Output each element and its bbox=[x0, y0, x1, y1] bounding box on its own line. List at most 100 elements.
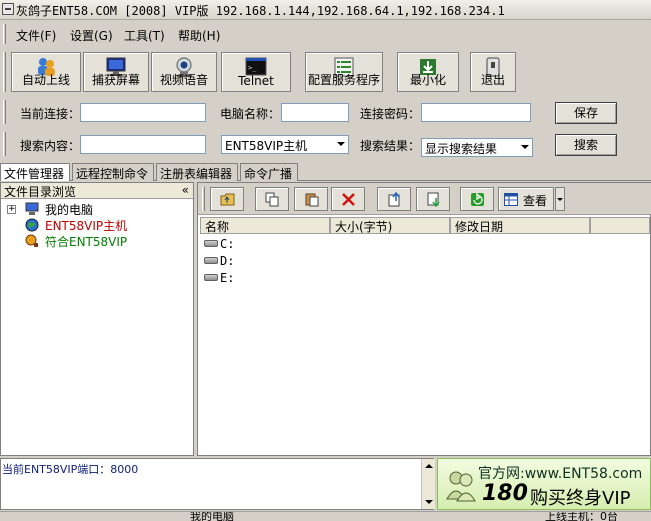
minimize-button[interactable]: 最小化 bbox=[397, 52, 459, 92]
view-button-label: 查看 bbox=[523, 194, 548, 208]
search-content-input[interactable] bbox=[80, 135, 206, 154]
tree-item-my-computer[interactable]: + 我的电脑 bbox=[7, 201, 187, 217]
upload-icon bbox=[388, 192, 400, 207]
config-service-button[interactable]: 配置服务程序 bbox=[305, 52, 383, 92]
minimize-label: 最小化 bbox=[409, 73, 446, 87]
tree-item-vip-host[interactable]: ENT58VIP主机 bbox=[7, 217, 187, 233]
menu-help[interactable]: 帮助(H) bbox=[178, 27, 220, 44]
config-service-label: 配置服务程序 bbox=[307, 73, 380, 87]
view-button[interactable]: 查看 bbox=[498, 187, 554, 211]
column-filler bbox=[590, 217, 650, 234]
tree-item-match-vip[interactable]: 符合ENT58VIP bbox=[7, 233, 187, 249]
menu-tools[interactable]: 工具(T) bbox=[124, 27, 165, 44]
delete-icon bbox=[342, 193, 355, 206]
download-button[interactable] bbox=[416, 187, 450, 211]
folder-up-icon bbox=[220, 193, 235, 206]
banner-website: 官方网:www.ENT58.com bbox=[478, 466, 643, 482]
video-voice-label: 视频语音 bbox=[159, 73, 208, 87]
exit-button[interactable]: 退出 bbox=[470, 52, 516, 92]
menu-settings[interactable]: 设置(G) bbox=[70, 27, 113, 44]
capture-screen-label: 捕获屏幕 bbox=[91, 73, 140, 87]
save-button[interactable]: 保存 bbox=[555, 102, 617, 124]
drive-label: C: bbox=[220, 237, 235, 251]
vip-banner[interactable]: 官方网:www.ENT58.com 180 购买终身VIP bbox=[437, 458, 651, 510]
tab-file-manager[interactable]: 文件管理器 bbox=[0, 163, 70, 181]
chevron-down-icon bbox=[337, 142, 345, 146]
search-globe-icon bbox=[25, 234, 38, 247]
search-content-label: 搜索内容： bbox=[20, 139, 81, 153]
view-grid-icon bbox=[504, 193, 518, 206]
tree-item-label: 我的电脑 bbox=[45, 203, 94, 217]
scroll-up-icon[interactable] bbox=[425, 464, 433, 468]
host-select-value: ENT58VIP主机 bbox=[225, 139, 308, 153]
toolbar-grip[interactable] bbox=[3, 52, 6, 92]
status-online-count: 上线主机：0台 bbox=[545, 511, 618, 521]
view-dropdown-button[interactable] bbox=[555, 187, 565, 211]
computer-icon bbox=[25, 202, 39, 215]
form-grip-1[interactable] bbox=[3, 100, 6, 124]
auto-online-label: 自动上线 bbox=[21, 73, 70, 87]
tab-remote-control[interactable]: 远程控制命令 bbox=[72, 163, 154, 181]
column-size[interactable]: 大小(字节) bbox=[330, 217, 450, 234]
auto-online-button[interactable]: 自动上线 bbox=[11, 52, 81, 92]
status-bar: 我的电脑 上线主机：0台 bbox=[0, 511, 651, 521]
collapse-icon[interactable]: « bbox=[182, 183, 189, 197]
video-voice-button[interactable]: 视频语音 bbox=[151, 52, 217, 92]
conn-password-label: 连接密码： bbox=[360, 107, 421, 121]
download-icon bbox=[427, 192, 440, 207]
tree-item-label: 符合ENT58VIP bbox=[45, 235, 128, 249]
host-select[interactable]: ENT58VIP主机 bbox=[221, 135, 349, 154]
column-name[interactable]: 名称 bbox=[200, 217, 330, 234]
user-group-icon bbox=[446, 471, 476, 502]
computer-name-input[interactable] bbox=[281, 103, 349, 122]
search-result-select[interactable]: 显示搜索结果 bbox=[421, 138, 533, 157]
list-item[interactable]: C: bbox=[204, 237, 234, 253]
status-selected-node: 我的电脑 bbox=[190, 511, 234, 521]
menu-file[interactable]: 文件(F) bbox=[16, 27, 56, 44]
expand-icon[interactable]: + bbox=[7, 205, 16, 214]
directory-tree-panel: 文件目录浏览 « + 我的电脑 ENT58VIP主机 符合ENT58VIP bbox=[0, 182, 194, 456]
delete-button[interactable] bbox=[331, 187, 365, 211]
tree-item-label: ENT58VIP主机 bbox=[45, 219, 128, 233]
search-button[interactable]: 搜索 bbox=[555, 134, 617, 156]
system-menu-icon[interactable] bbox=[2, 3, 14, 15]
column-modified[interactable]: 修改日期 bbox=[450, 217, 590, 234]
tab-command-broadcast[interactable]: 命令广播 bbox=[240, 163, 298, 181]
up-folder-button[interactable] bbox=[210, 187, 244, 211]
paste-icon bbox=[305, 193, 319, 207]
drive-label: D: bbox=[220, 254, 235, 268]
copy-button[interactable] bbox=[255, 187, 289, 211]
file-list-panel: 查看 名称 大小(字节) 修改日期 C: D: E: bbox=[197, 182, 651, 456]
exit-label: 退出 bbox=[480, 73, 505, 87]
main-toolbar: 自动上线 捕获屏幕 视频语音 >_ Telnet 配置服务程序 最小化 退出 bbox=[0, 48, 651, 96]
capture-screen-button[interactable]: 捕获屏幕 bbox=[83, 52, 149, 92]
upload-button[interactable] bbox=[377, 187, 411, 211]
connection-form: 当前连接： 电脑名称： 连接密码： 保存 搜索内容： ENT58VIP主机 搜索… bbox=[0, 98, 651, 160]
form-grip-2[interactable] bbox=[3, 132, 6, 156]
telnet-button[interactable]: >_ Telnet bbox=[221, 52, 291, 92]
drive-label: E: bbox=[220, 271, 235, 285]
scroll-down-icon[interactable] bbox=[425, 500, 433, 504]
current-conn-label: 当前连接： bbox=[20, 107, 81, 121]
tab-registry-editor[interactable]: 注册表编辑器 bbox=[156, 163, 238, 181]
globe-icon bbox=[25, 218, 39, 232]
log-scrollbar[interactable] bbox=[421, 459, 435, 509]
window-title: 灰鸽子ENT58.COM [2008] VIP版 192.168.1.144,1… bbox=[16, 4, 505, 18]
conn-password-input[interactable] bbox=[421, 103, 531, 122]
paste-button[interactable] bbox=[294, 187, 328, 211]
list-item[interactable]: D: bbox=[204, 254, 234, 270]
chevron-down-icon bbox=[557, 198, 563, 201]
banner-number: 180 bbox=[482, 481, 528, 506]
menu-grip[interactable] bbox=[3, 24, 6, 44]
search-result-value: 显示搜索结果 bbox=[425, 142, 498, 156]
list-item[interactable]: E: bbox=[204, 271, 234, 287]
current-conn-input[interactable] bbox=[80, 103, 206, 122]
tree-header: 文件目录浏览 « bbox=[1, 183, 193, 199]
refresh-button[interactable] bbox=[460, 187, 494, 211]
file-toolbar-grip[interactable] bbox=[202, 187, 205, 211]
tree-header-title: 文件目录浏览 bbox=[4, 185, 77, 199]
log-panel: 当前ENT58VIP端口：8000 bbox=[0, 458, 434, 510]
drive-icon bbox=[204, 240, 218, 247]
copy-icon bbox=[265, 192, 279, 207]
telnet-label: Telnet bbox=[238, 74, 274, 88]
